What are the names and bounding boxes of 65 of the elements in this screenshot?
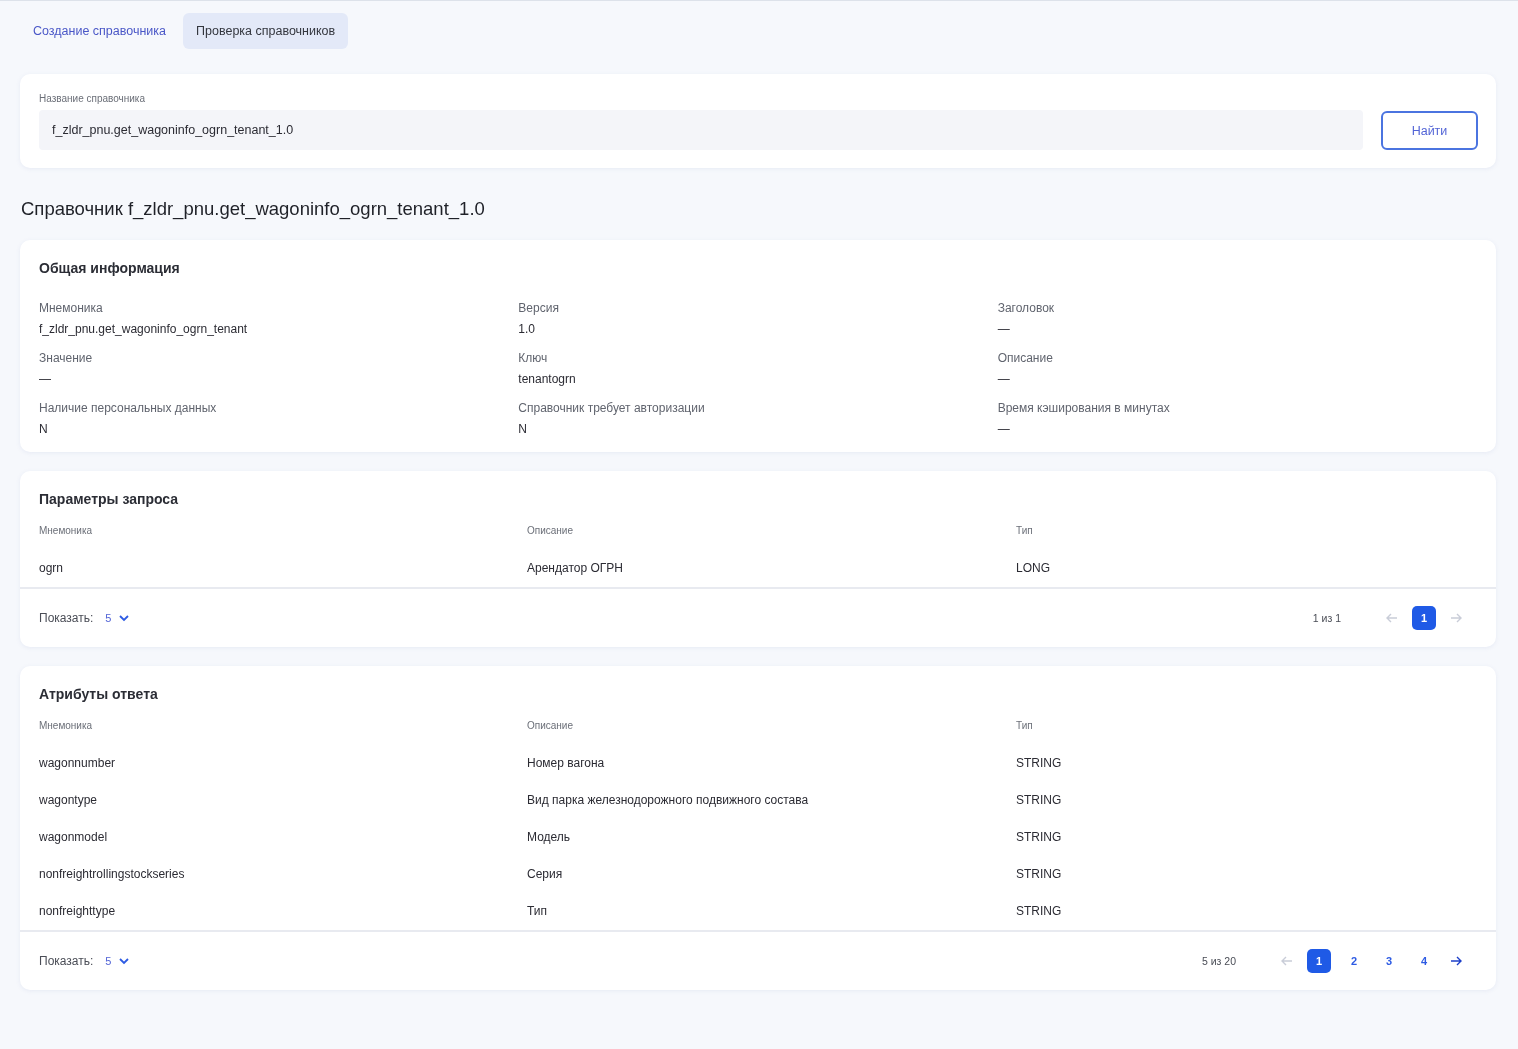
column-header: Описание: [527, 525, 574, 538]
table-cell-text: ogrn: [39, 560, 65, 577]
field-value: —: [39, 372, 52, 386]
page-size-select[interactable]: 5: [105, 612, 130, 624]
page-button[interactable]: 1: [1307, 949, 1331, 973]
field-value: N: [39, 422, 49, 436]
column-header: Тип: [1016, 525, 1034, 538]
arrow-right-icon[interactable]: [1450, 956, 1462, 966]
page-range: 5 из 20: [1201, 955, 1236, 967]
field-value: —: [997, 372, 1011, 386]
table-cell-text: Вид парка железнодорожного подвижного состава: [527, 792, 810, 809]
section-title: Общая информация: [39, 260, 181, 276]
page-title: Справочник f_zldr_pnu.get_wagoninfo_ogrn_tenant_1.0: [21, 198, 486, 220]
field-value: f_zldr_pnu.get_wagoninfo_ogrn_tenant: [39, 322, 249, 336]
table-cell-text: STRING: [1016, 755, 1063, 772]
table-cell-text: STRING: [1016, 829, 1063, 846]
tab[interactable]: Создание справочника: [20, 13, 180, 49]
field-label: Название справочника: [39, 93, 147, 104]
field-label: Мнемоника: [39, 301, 104, 315]
table-cell-text: LONG: [1016, 560, 1051, 577]
section-title: Атрибуты ответа: [38, 686, 159, 704]
field-label: Заголовок: [997, 301, 1056, 315]
field-value: —: [997, 422, 1011, 436]
field-label: Версия: [518, 301, 560, 315]
page-range: 1 из 1: [1312, 612, 1341, 624]
section-title: Параметры запроса: [38, 491, 180, 509]
table-cell-text: Тип: [527, 903, 548, 920]
show-label: Показать:: [39, 611, 94, 625]
page-size-select[interactable]: 5: [105, 955, 130, 967]
table-cell-text: wagonnumber: [39, 755, 117, 772]
page-button[interactable]: 1: [1412, 606, 1436, 630]
column-header: Тип: [1016, 720, 1034, 733]
page-button[interactable]: 4: [1412, 949, 1436, 973]
field-label: Ключ: [518, 351, 549, 365]
column-header: Мнемоника: [39, 525, 94, 538]
table-cell-text: Арендатор ОГРН: [527, 560, 624, 577]
page-button[interactable]: 2: [1342, 949, 1366, 973]
show-label: Показать:: [39, 954, 94, 968]
field-label: Время кэширования в минутах: [997, 401, 1171, 415]
column-header: Мнемоника: [39, 720, 94, 733]
page-button[interactable]: 3: [1377, 949, 1401, 973]
table-cell-text: nonfreightrollingstockseries: [39, 866, 186, 883]
field-label: Значение: [39, 351, 94, 365]
table-cell-text: wagontype: [39, 792, 99, 809]
table-cell-text: Номер вагона: [527, 755, 606, 772]
tab[interactable]: Проверка справочников: [183, 13, 349, 49]
field-label: Справочник требует авторизации: [518, 401, 706, 415]
chevron-down-icon: [119, 957, 130, 965]
column-header: Описание: [527, 720, 574, 733]
field-value: N: [518, 422, 528, 436]
field-value: 1.0: [518, 322, 536, 336]
table-cell-text: STRING: [1016, 866, 1063, 883]
table-cell-text: Серия: [527, 866, 564, 883]
field-value: —: [997, 322, 1011, 336]
find-button[interactable]: Найти: [1381, 111, 1478, 150]
table-cell-text: STRING: [1016, 792, 1063, 809]
field-label: Описание: [997, 351, 1054, 365]
table-cell-text: STRING: [1016, 903, 1063, 920]
field-label: Наличие персональных данных: [39, 401, 218, 415]
table-cell-text: Модель: [527, 829, 572, 846]
chevron-down-icon: [119, 614, 130, 622]
field-value: tenantogrn: [518, 372, 577, 386]
table-cell-text: nonfreighttype: [39, 903, 117, 920]
table-cell-text: wagonmodel: [39, 829, 109, 846]
search-field[interactable]: f_zldr_pnu.get_wagoninfo_ogrn_tenant_1.0: [39, 110, 1363, 150]
